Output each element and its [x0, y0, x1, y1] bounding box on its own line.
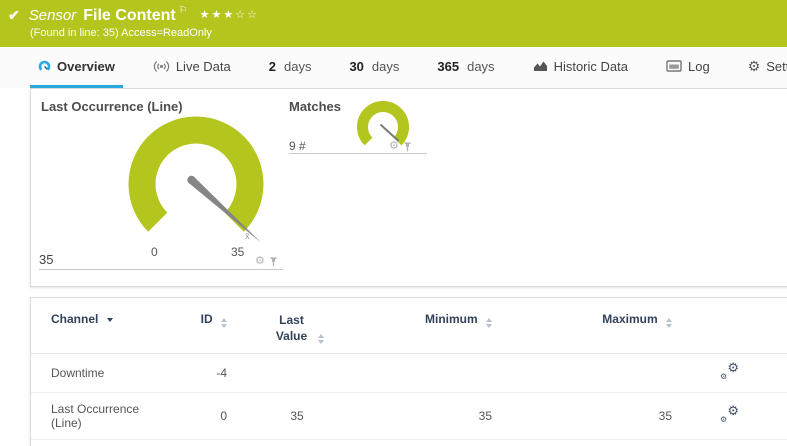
column-header-id[interactable]: ID: [171, 298, 227, 355]
gear-icon: ⚙: [747, 58, 761, 74]
tab-label: days: [371, 58, 400, 74]
secondary-gauge-value: 9 #: [289, 139, 306, 153]
channel-id: 1: [171, 439, 227, 446]
broadcast-icon: [153, 60, 170, 72]
page-title: File Content: [83, 7, 176, 24]
tab-bar: Overview Live Data 2 days 30 days 365 da…: [0, 47, 787, 88]
column-header-minimum[interactable]: Minimum: [367, 298, 492, 355]
pin-icon[interactable]: [403, 141, 412, 152]
column-header-maximum[interactable]: Maximum: [492, 298, 672, 355]
priority-stars[interactable]: ★★★☆☆: [200, 9, 259, 21]
tab-live-data[interactable]: Live Data: [145, 47, 239, 88]
secondary-gauge-title: Matches: [289, 99, 342, 114]
channel-minimum: 9 #: [367, 439, 492, 446]
channel-settings-gears-icon[interactable]: ⚙ ⚙: [720, 404, 739, 424]
pin-icon[interactable]: [269, 256, 278, 267]
secondary-gauge-underline: [289, 153, 427, 154]
channel-last-value: 9 #: [227, 439, 367, 446]
sensor-status-header: ✔ Sensor File Content ⚐ ★★★☆☆ (Found in line…: [0, 0, 787, 47]
table-row: Matches 1 9 # 9 # 9 # ⚙⚙: [31, 439, 787, 446]
sort-desc-icon: [106, 318, 113, 322]
channel-table: Channel ID Last Value Minimum Maximum Do…: [31, 298, 787, 446]
area-chart-icon: [533, 61, 547, 71]
channel-table-panel: Channel ID Last Value Minimum Maximum Do…: [30, 297, 787, 446]
tab-settings[interactable]: ⚙ Settings: [740, 47, 787, 88]
channel-id: 0: [171, 392, 227, 441]
tab-historic-data[interactable]: Historic Data: [525, 47, 636, 88]
tab-label: days: [283, 58, 312, 74]
sort-icon: [666, 318, 672, 328]
channel-settings-gears-icon[interactable]: ⚙ ⚙: [720, 361, 739, 381]
primary-gauge-underline: [39, 269, 283, 270]
sort-icon: [486, 318, 492, 328]
table-header-row: Channel ID Last Value Minimum Maximum: [31, 298, 787, 355]
channel-last-value: [227, 353, 367, 394]
tab-365-days[interactable]: 365 days: [429, 47, 502, 88]
gauge-settings-gear-icon[interactable]: ⚙: [255, 256, 265, 267]
channel-name: Downtime: [31, 353, 171, 394]
tab-label: days: [467, 58, 495, 74]
tab-30-days[interactable]: 30 days: [341, 47, 407, 88]
tab-label: Historic Data: [553, 58, 628, 74]
primary-gauge: [128, 116, 264, 243]
sensor-message: (Found in line: 35) Access=ReadOnly: [30, 27, 212, 39]
table-row: Last Occurrence (Line) 0 35 35 35 ⚙ ⚙: [31, 392, 787, 441]
overview-gauges-panel: Last Occurrence (Line) 0 35 x̄ 35 ⚙ Matc…: [30, 88, 787, 287]
channel-maximum: [492, 353, 672, 394]
gauge-icon: [38, 60, 51, 71]
channel-minimum: 35: [367, 392, 492, 441]
column-header-last-value[interactable]: Last Value: [227, 298, 367, 355]
channel-id: -4: [171, 353, 227, 394]
flag-icon[interactable]: ⚐: [179, 5, 188, 16]
gauge-settings-gear-icon[interactable]: ⚙: [389, 141, 399, 152]
status-ok-icon: ✔: [8, 7, 20, 23]
tab-number: 365: [437, 58, 460, 74]
tab-2-days[interactable]: 2 days: [261, 47, 320, 88]
average-marker: x̄: [245, 231, 250, 241]
tab-label: Settings: [766, 58, 787, 74]
channel-name: Matches: [31, 439, 171, 446]
sort-icon: [221, 318, 227, 328]
log-icon: [666, 60, 682, 72]
primary-gauge-value: 35: [39, 252, 54, 267]
tab-number: 30: [349, 58, 364, 74]
tab-label: Log: [687, 58, 710, 74]
tab-label: Live Data: [175, 58, 231, 74]
primary-gauge-max-label: 35: [231, 245, 245, 259]
channel-maximum: 35: [492, 392, 672, 441]
sensor-type-label: Sensor: [28, 7, 77, 24]
column-header-channel[interactable]: Channel: [31, 298, 171, 355]
tab-label: Overview: [57, 58, 115, 74]
channel-name: Last Occurrence (Line): [31, 392, 171, 441]
primary-gauge-min-label: 0: [151, 245, 158, 259]
tab-number: 2: [268, 58, 276, 74]
channel-last-value: 35: [227, 392, 367, 441]
tab-log[interactable]: Log: [658, 47, 718, 88]
table-row: Downtime -4 ⚙ ⚙: [31, 353, 787, 394]
channel-maximum: 9 #: [492, 439, 672, 446]
channel-minimum: [367, 353, 492, 394]
sort-icon: [317, 334, 324, 345]
tab-overview[interactable]: Overview: [30, 47, 123, 88]
